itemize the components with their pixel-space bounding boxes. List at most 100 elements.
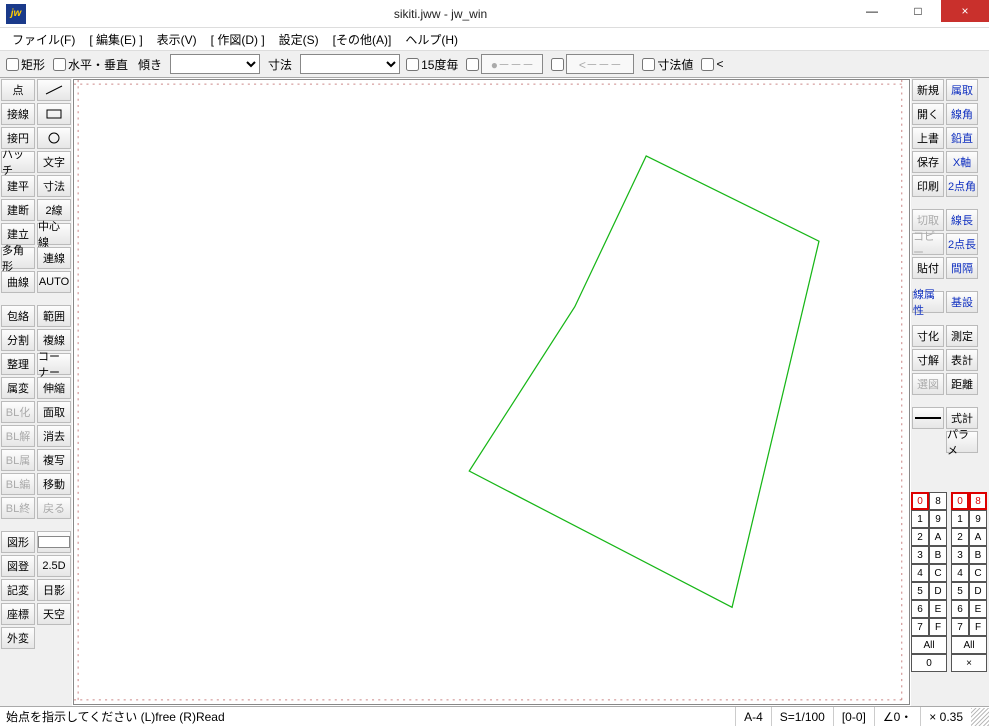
tool-図形[interactable]: 図形 [1,531,35,553]
menu-draw[interactable]: [ 作図(D) ] [205,29,271,50]
opt-tilt-select[interactable] [170,54,260,74]
rtool-表計[interactable]: 表計 [946,349,978,371]
status-layer[interactable]: [0-0] [833,707,874,726]
layer-cell-D[interactable]: D [969,582,987,600]
tool-属変[interactable]: 属変 [1,377,35,399]
layer-cell-1[interactable]: 1 [951,510,969,528]
rtool-印刷[interactable]: 印刷 [912,175,944,197]
tool-2.5D[interactable]: 2.5D [37,555,71,577]
tool-曲線[interactable]: 曲線 [1,271,35,293]
layer-cell-4[interactable]: 4 [911,564,929,582]
rtool-基設[interactable]: 基設 [946,291,978,313]
tool-分割[interactable]: 分割 [1,329,35,351]
rtool-X軸[interactable]: X軸 [946,151,978,173]
layer-cell-8[interactable]: 8 [929,492,947,510]
rtool-パラメ[interactable]: パラメ [946,431,978,453]
opt-15deg-check[interactable] [406,58,419,71]
status-paper[interactable]: A-4 [735,707,771,726]
rtool-寸解[interactable]: 寸解 [912,349,944,371]
layer-all-right[interactable]: All [951,636,987,654]
layer-cell-E[interactable]: E [969,600,987,618]
layer-cell-D[interactable]: D [929,582,947,600]
opt-rect[interactable]: 矩形 [4,56,47,73]
layer-cell-9[interactable]: 9 [929,510,947,528]
maximize-button[interactable]: □ [895,0,941,22]
tool-文字[interactable]: 文字 [37,151,71,173]
tool-座標[interactable]: 座標 [1,603,35,625]
layer-cell-0[interactable]: 0 [911,492,929,510]
layer-cell-4[interactable]: 4 [951,564,969,582]
status-zoom[interactable]: × 0.35 [920,707,971,726]
layer-cell-9[interactable]: 9 [969,510,987,528]
rtool-保存[interactable]: 保存 [912,151,944,173]
status-scale[interactable]: S=1/100 [771,707,833,726]
layer-cell-B[interactable]: B [969,546,987,564]
drawing-canvas[interactable] [73,79,910,705]
rtool-2点角[interactable]: 2点角 [946,175,978,197]
status-angle[interactable]: ∠0・ [874,707,920,726]
line-color-swatch[interactable] [37,531,71,553]
opt-dimval[interactable]: 寸法値 [640,56,695,73]
layer-cell-5[interactable]: 5 [911,582,929,600]
tool-寸法[interactable]: 寸法 [37,175,71,197]
opt-arrow[interactable]: <－－－ [549,54,636,74]
opt-hv[interactable]: 水平・垂直 [51,56,130,73]
rtool-貼付[interactable]: 貼付 [912,257,944,279]
tool-BL編[interactable]: BL編 [1,473,35,495]
rtool-新規[interactable]: 新規 [912,79,944,101]
tool-ハッチ[interactable]: ハッチ [1,151,35,173]
layer-cell-F[interactable]: F [969,618,987,636]
tool-消去[interactable]: 消去 [37,425,71,447]
layer-cell-8[interactable]: 8 [969,492,987,510]
resize-grip-icon[interactable] [971,708,989,726]
tool-範囲[interactable]: 範囲 [37,305,71,327]
layer-cell-1[interactable]: 1 [911,510,929,528]
menu-help[interactable]: ヘルプ(H) [399,29,464,50]
tool-BL属[interactable]: BL属 [1,449,35,471]
tool-BL化[interactable]: BL化 [1,401,35,423]
circle-tool-icon[interactable] [37,127,71,149]
rect-tool-icon[interactable] [37,103,71,125]
layer-all-left[interactable]: All [911,636,947,654]
minimize-button[interactable]: — [849,0,895,22]
opt-arrow-check[interactable] [551,58,564,71]
menu-other[interactable]: [その他(A)] [327,29,398,50]
tool-建平[interactable]: 建平 [1,175,35,197]
opt-15deg[interactable]: 15度毎 [404,56,460,73]
layer-cell-2[interactable]: 2 [911,528,929,546]
tool-外変[interactable]: 外変 [1,627,35,649]
layer-cell-C[interactable]: C [929,564,947,582]
line-tool-icon[interactable] [37,79,71,101]
layer-cell-7[interactable]: 7 [911,618,929,636]
tool-連線[interactable]: 連線 [37,247,71,269]
tool-中心線[interactable]: 中心線 [37,223,71,245]
rtool-測定[interactable]: 測定 [946,325,978,347]
opt-dimval-check[interactable] [642,58,655,71]
layer-cell-7[interactable]: 7 [951,618,969,636]
rtool-線属性[interactable]: 線属性 [912,291,944,313]
tool-整理[interactable]: 整理 [1,353,35,375]
menu-file[interactable]: ファイル(F) [6,29,81,50]
tool-図登[interactable]: 図登 [1,555,35,577]
tool-記変[interactable]: 記変 [1,579,35,601]
menu-settings[interactable]: 設定(S) [273,29,325,50]
layer-cell-2[interactable]: 2 [951,528,969,546]
menu-view[interactable]: 表示(V) [151,29,203,50]
layer-cell-6[interactable]: 6 [951,600,969,618]
opt-rect-check[interactable] [6,58,19,71]
tool-日影[interactable]: 日影 [37,579,71,601]
tool-伸縮[interactable]: 伸縮 [37,377,71,399]
layer-cell-B[interactable]: B [929,546,947,564]
right-line-swatch[interactable] [912,407,944,429]
rtool-線角[interactable]: 線角 [946,103,978,125]
opt-lt-check[interactable] [701,58,714,71]
rtool-上書[interactable]: 上書 [912,127,944,149]
tool-コーナー[interactable]: コーナー [37,353,71,375]
rtool-コピー[interactable]: コピー [912,233,944,255]
layer-cell-A[interactable]: A [969,528,987,546]
rtool-選図[interactable]: 選図 [912,373,944,395]
layer-x[interactable]: × [951,654,987,672]
layer-zero[interactable]: 0 [911,654,947,672]
tool-天空[interactable]: 天空 [37,603,71,625]
layer-cell-F[interactable]: F [929,618,947,636]
